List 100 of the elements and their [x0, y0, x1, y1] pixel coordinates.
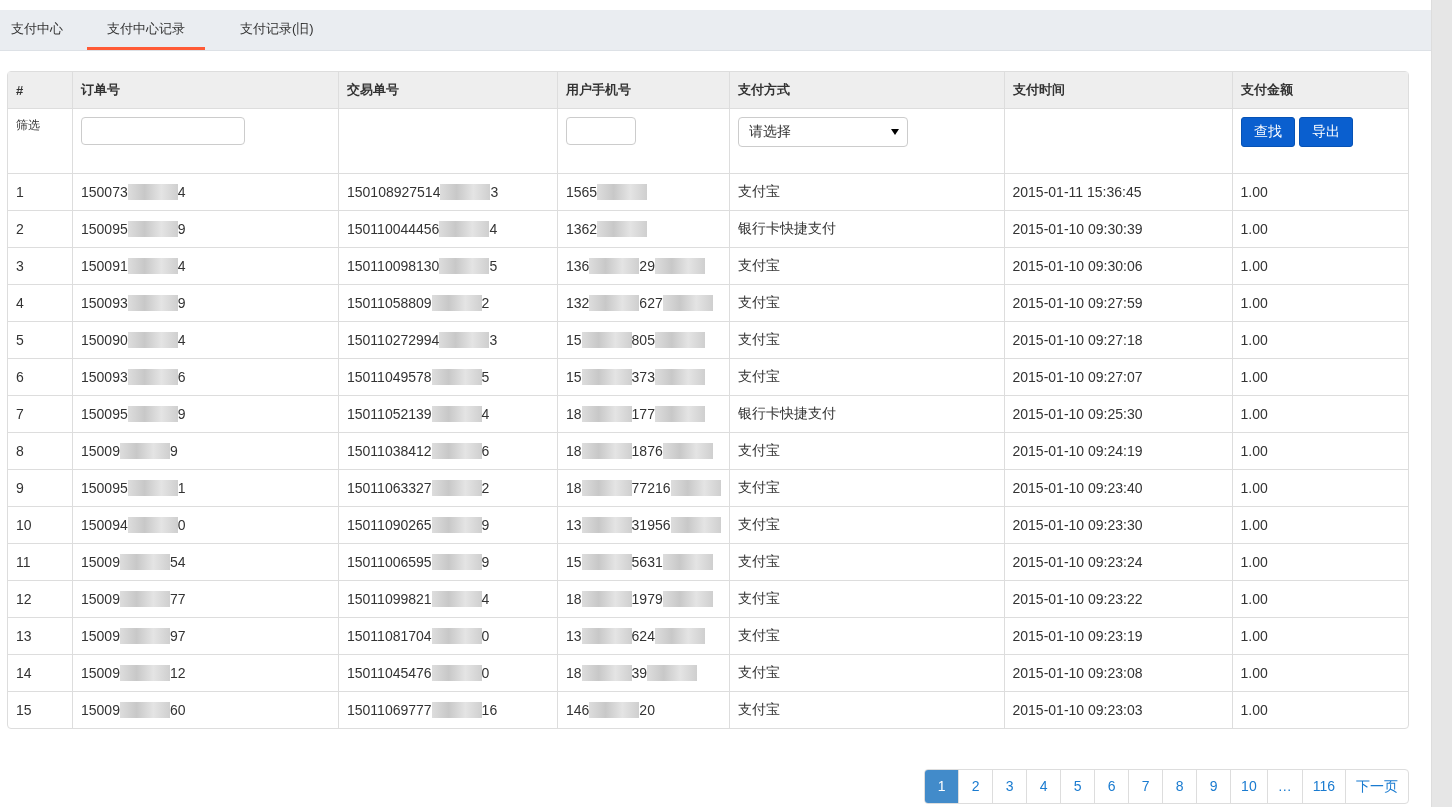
action-button[interactable]: 导出 [1298, 117, 1353, 147]
table-cell-text: 15011058809 [347, 295, 432, 311]
table-cell-text: 15011052139 [347, 406, 432, 422]
table-cell-text: 97 [169, 628, 186, 644]
redaction-blur [662, 443, 713, 459]
tab[interactable]: 支付中心记录 [87, 10, 205, 50]
redaction-blur [431, 702, 482, 718]
table-cell: 2 [8, 211, 73, 248]
table-cell-text: 146 [566, 702, 590, 718]
tab[interactable]: 支付记录(旧) [229, 10, 325, 50]
table-cell: 1.00 [1232, 248, 1408, 285]
redaction-blur [431, 295, 482, 311]
redaction-blur [431, 591, 482, 607]
redaction-blur [127, 184, 178, 200]
redaction-blur [119, 554, 170, 570]
table-cell-text: 15011063327 [347, 480, 432, 496]
redaction-blur [589, 258, 640, 274]
table-cell-text: 150073 [81, 184, 128, 200]
table-cell-text: 4 [177, 184, 186, 200]
table-cell: 1.00 [1232, 174, 1408, 211]
table-cell-text: 805 [631, 332, 655, 348]
column-header: 支付时间 [1004, 72, 1233, 109]
redaction-blur [431, 665, 482, 681]
table-cell: 2015-01-10 09:27:07 [1004, 359, 1233, 396]
page-link[interactable]: 116 [1301, 770, 1345, 803]
table-cell: 6 [8, 359, 73, 396]
page-link[interactable]: … [1266, 770, 1302, 803]
redaction-blur [581, 369, 632, 385]
table-cell: 1.00 [1232, 507, 1408, 544]
table-cell-text: 0 [481, 665, 490, 681]
table-cell: 2015-01-10 09:30:06 [1004, 248, 1233, 285]
table-cell-text: 150110272994 [347, 332, 440, 348]
table-cell-text: 15009 [81, 628, 120, 644]
page-link[interactable]: 4 [1026, 770, 1061, 803]
table-cell-text: 150090 [81, 332, 128, 348]
order-filter-field[interactable] [81, 117, 245, 145]
tab[interactable]: 支付中心 [0, 10, 74, 50]
table-cell-text: 9 [177, 295, 186, 311]
table-cell: 10 [8, 507, 73, 544]
table-cell: 4 [8, 285, 73, 322]
table-cell-text: 1.00 [1239, 701, 1269, 720]
redaction-blur [581, 480, 632, 496]
table-cell-text: 15011099821 [347, 591, 432, 607]
table-cell: 支付宝 [729, 285, 1005, 322]
table-cell: 2015-01-10 09:27:18 [1004, 322, 1233, 359]
redaction-blur [662, 295, 713, 311]
table-cell-text: 15 [566, 369, 582, 385]
table-cell: 2015-01-10 09:23:08 [1004, 655, 1233, 692]
redaction-blur [431, 517, 482, 533]
redaction-blur [581, 332, 632, 348]
action-button[interactable]: 查找 [1240, 117, 1295, 147]
page-link[interactable]: 10 [1230, 770, 1267, 803]
redaction-blur [127, 332, 178, 348]
table-cell: 2015-01-10 09:23:24 [1004, 544, 1233, 581]
page-link[interactable]: 下一页 [1345, 770, 1408, 803]
redaction-blur [654, 258, 705, 274]
table-cell-text: 15011006595 [347, 554, 432, 570]
table-cell-text: 18 [566, 665, 582, 681]
page-link[interactable]: 9 [1196, 770, 1231, 803]
column-header: # [8, 72, 73, 109]
table-cell-text: 150091 [81, 258, 128, 274]
page-link[interactable]: 2 [958, 770, 993, 803]
table-cell: 1.00 [1232, 211, 1408, 248]
table-cell: 9 [8, 470, 73, 507]
column-header: 用户手机号 [558, 72, 730, 109]
table-cell: 7 [8, 396, 73, 433]
table-cell-text: 29 [639, 258, 655, 274]
redaction-blur [654, 332, 705, 348]
table-cell-text: 132 [566, 295, 590, 311]
page-link[interactable]: 5 [1060, 770, 1095, 803]
scrollbar[interactable] [1431, 0, 1452, 807]
payment-method-select[interactable]: 请选择 [737, 117, 908, 147]
table-cell: 1.00 [1232, 544, 1408, 581]
table-cell-text: 1565 [566, 184, 598, 200]
table-cell: 5 [8, 322, 73, 359]
table-cell-text: 18 [566, 591, 582, 607]
page-link[interactable]: 8 [1162, 770, 1197, 803]
table-cell: 3 [8, 248, 73, 285]
redaction-blur [127, 480, 178, 496]
table-cell: 支付宝 [729, 618, 1005, 655]
page-link[interactable]: 1 [925, 770, 959, 803]
table-cell-text: 2 [481, 480, 490, 496]
redaction-blur [581, 591, 632, 607]
table-cell: 2015-01-10 09:23:22 [1004, 581, 1233, 618]
table-cell-text: 16 [481, 702, 498, 718]
table-cell-text: 4 [481, 406, 490, 422]
table-cell-text: 60 [169, 702, 186, 718]
page-link[interactable]: 6 [1094, 770, 1129, 803]
table-cell-text: 15011081704 [347, 628, 432, 644]
table-cell: 8 [8, 433, 73, 470]
table-cell: 2015-01-10 09:23:19 [1004, 618, 1233, 655]
table-cell: 1.00 [1232, 618, 1408, 655]
table-cell-text: 6 [481, 443, 490, 459]
table-cell: 1.00 [1232, 581, 1408, 618]
table-cell-text: 18 [566, 406, 582, 422]
table-cell-text: 2 [481, 295, 490, 311]
page-link[interactable]: 3 [992, 770, 1027, 803]
page-link[interactable]: 7 [1128, 770, 1163, 803]
redaction-blur [662, 591, 713, 607]
phone-filter-field[interactable] [566, 117, 636, 145]
